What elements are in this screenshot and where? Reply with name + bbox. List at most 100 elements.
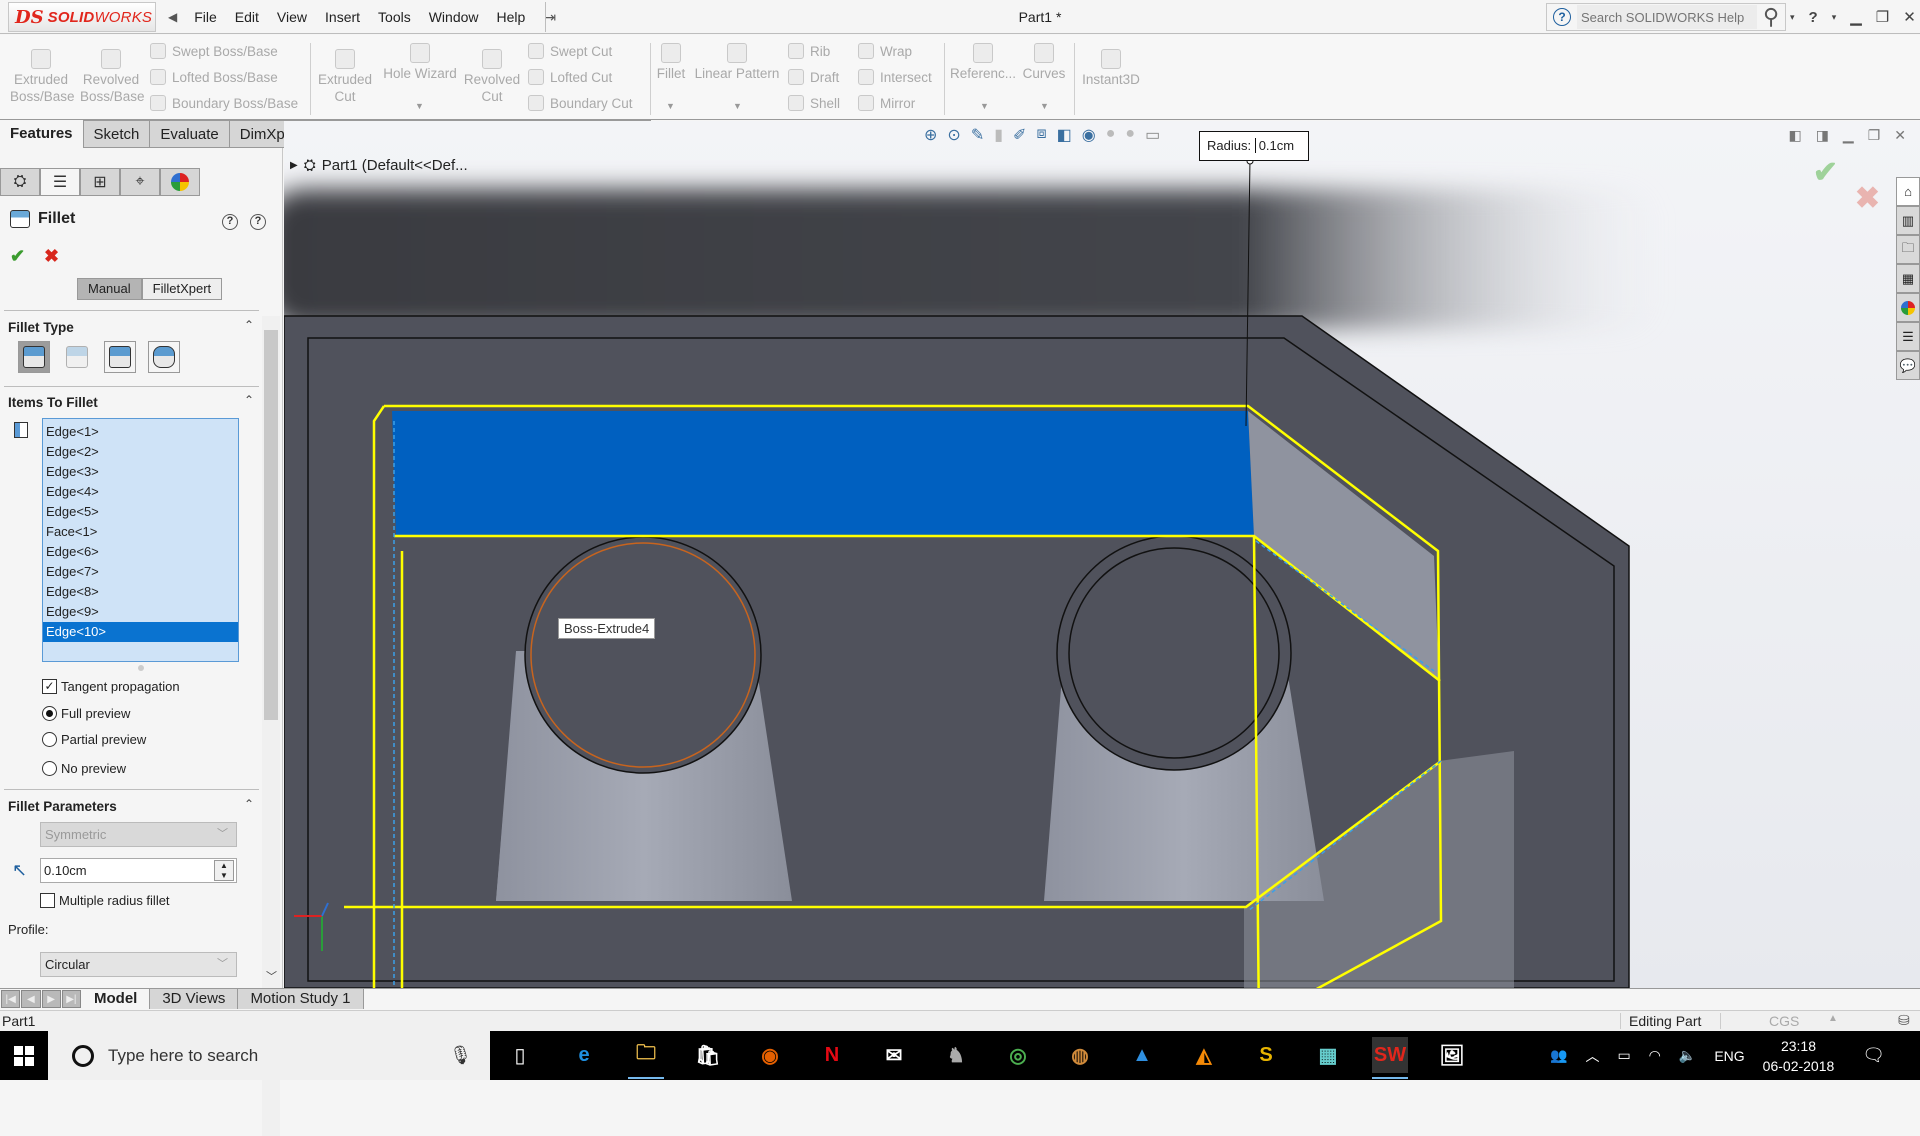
draft-button[interactable]: Draft xyxy=(788,69,839,85)
previous-view-icon[interactable]: ✎ xyxy=(971,125,984,145)
menu-edit[interactable]: Edit xyxy=(226,9,268,25)
units-dropdown-icon[interactable]: ▲ xyxy=(1828,1013,1838,1024)
menu-insert[interactable]: Insert xyxy=(316,9,369,25)
search-dropdown-icon[interactable]: ▾ xyxy=(1790,12,1795,23)
tab-3d-views[interactable]: 3D Views xyxy=(150,989,239,1009)
confirm-ok-icon[interactable]: ✔ xyxy=(1813,155,1838,190)
netflix-icon[interactable]: N xyxy=(814,1037,850,1073)
minimize-icon[interactable]: ▁ xyxy=(1850,8,1862,26)
appearances-tab[interactable] xyxy=(1896,293,1920,322)
last-tab-icon[interactable]: ▶| xyxy=(61,990,81,1008)
radius-spinner[interactable]: ▲ ▼ xyxy=(214,860,234,881)
tab-motion-study[interactable]: Motion Study 1 xyxy=(238,989,364,1009)
tangent-propagation-checkbox[interactable]: ✓ xyxy=(42,679,57,694)
viewport-restore-icon[interactable]: ❐ xyxy=(1868,127,1881,144)
menu-view[interactable]: View xyxy=(268,9,316,25)
microphone-icon[interactable]: 🎙 xyxy=(449,1045,472,1066)
rebuild-status-icon[interactable]: ⛁ xyxy=(1898,1012,1910,1029)
revolved-boss-button[interactable]: Revolved Boss/Base xyxy=(80,49,145,105)
menu-file[interactable]: File xyxy=(185,9,226,25)
mail-icon[interactable]: ✉ xyxy=(876,1037,912,1073)
cancel-button[interactable]: ✖ xyxy=(44,246,59,267)
solidworks-logo[interactable]: DS SOLIDWORKS xyxy=(8,2,156,32)
tab-model[interactable]: Model xyxy=(82,989,151,1009)
firefox-icon[interactable]: ◉ xyxy=(752,1037,788,1073)
edit-appearance-icon[interactable]: ● xyxy=(1106,125,1116,145)
ok-button[interactable]: ✔ xyxy=(10,246,25,267)
photos-icon[interactable]: 🖼 xyxy=(1434,1037,1470,1073)
view-orientation-icon[interactable]: ⧈ xyxy=(1036,125,1046,145)
hole-wizard-button[interactable]: Hole Wizard xyxy=(380,43,460,82)
list-item[interactable]: Edge<8> xyxy=(43,582,238,602)
dimxpert-tab[interactable]: ⌖ xyxy=(120,168,160,196)
viewport-minimize-icon[interactable]: ▁ xyxy=(1843,127,1854,144)
hide-show-icon[interactable]: ◉ xyxy=(1082,125,1096,145)
list-item[interactable]: Face<1> xyxy=(43,522,238,542)
file-explorer-icon[interactable]: 🗀 xyxy=(628,1037,664,1079)
volume-icon[interactable]: 🔈 xyxy=(1679,1047,1696,1064)
spin-down-icon[interactable]: ▼ xyxy=(215,871,233,881)
search-icon[interactable]: ⚲ xyxy=(1763,4,1779,30)
solidworks-resources-tab[interactable]: ⌂ xyxy=(1896,177,1920,206)
configuration-tab[interactable]: ⊞ xyxy=(80,168,120,196)
full-preview-radio[interactable] xyxy=(42,706,57,721)
full-round-fillet-button[interactable] xyxy=(148,341,180,373)
battery-icon[interactable]: ▭ xyxy=(1617,1047,1630,1064)
revolved-cut-button[interactable]: Revolved Cut xyxy=(462,49,522,105)
swept-cut-button[interactable]: Swept Cut xyxy=(528,43,612,59)
manual-tab[interactable]: Manual xyxy=(77,278,142,300)
fillet-dropdown-icon[interactable]: ▼ xyxy=(666,101,675,111)
task-view-icon[interactable]: ▯ xyxy=(502,1037,538,1073)
split-left-icon[interactable]: ◧ xyxy=(1788,127,1801,144)
dynamic-annotation-icon[interactable]: ✐ xyxy=(1013,125,1026,145)
no-preview-radio[interactable] xyxy=(42,761,57,776)
curves-dropdown-icon[interactable]: ▼ xyxy=(1040,101,1049,111)
close-icon[interactable]: ✕ xyxy=(1903,8,1916,26)
clock[interactable]: 23:18 06-02-2018 xyxy=(1763,1036,1835,1076)
extruded-cut-button[interactable]: Extruded Cut xyxy=(316,49,374,105)
section-view-icon[interactable]: ▮ xyxy=(994,125,1003,145)
app-icon[interactable]: S xyxy=(1248,1037,1284,1073)
property-manager-tab[interactable]: ☰ xyxy=(40,168,80,196)
mirror-button[interactable]: Mirror xyxy=(858,95,915,111)
reference-dropdown-icon[interactable]: ▼ xyxy=(980,101,989,111)
menu-collapse-icon[interactable]: ◀ xyxy=(160,10,185,24)
list-item[interactable]: Edge<3> xyxy=(43,462,238,482)
lofted-boss-button[interactable]: Lofted Boss/Base xyxy=(150,69,278,85)
custom-properties-tab[interactable]: ☰ xyxy=(1896,322,1920,351)
menu-window[interactable]: Window xyxy=(420,9,488,25)
help-icon[interactable]: ? xyxy=(1553,8,1571,26)
list-item[interactable]: Edge<9> xyxy=(43,602,238,622)
collapse-parameters-icon[interactable]: ⌃ xyxy=(244,797,254,811)
matlab-icon[interactable]: ▲ xyxy=(1124,1037,1160,1073)
variable-size-fillet-button[interactable] xyxy=(61,341,93,373)
swept-boss-button[interactable]: Swept Boss/Base xyxy=(150,43,278,59)
viewport-close-icon[interactable]: ✕ xyxy=(1894,127,1906,144)
pin-icon[interactable]: ⇥ xyxy=(534,9,566,26)
menu-help[interactable]: Help xyxy=(488,9,535,25)
boundary-boss-button[interactable]: Boundary Boss/Base xyxy=(150,95,298,111)
people-icon[interactable]: 👥 xyxy=(1550,1047,1567,1064)
scenes-icon[interactable]: ● xyxy=(1125,125,1135,145)
feature-tree-flyout[interactable]: ▶ ⛭ Part1 (Default<<Def... xyxy=(290,157,468,174)
spin-up-icon[interactable]: ▲ xyxy=(215,861,233,871)
linear-pattern-button[interactable]: Linear Pattern xyxy=(692,43,782,82)
radius-callout[interactable]: Radius: 0.1cm xyxy=(1199,131,1309,161)
scrollbar-thumb[interactable] xyxy=(264,330,278,720)
radius-input[interactable]: 0.10cm ▲ ▼ xyxy=(40,858,237,883)
whats-wrong-icon[interactable]: ? xyxy=(222,214,238,230)
zoom-to-area-icon[interactable]: ⊙ xyxy=(947,125,960,145)
filletxpert-tab[interactable]: FilletXpert xyxy=(141,278,223,300)
help-icon[interactable]: ? xyxy=(250,214,266,230)
edge-icon[interactable]: e xyxy=(566,1037,602,1073)
expand-arrow-icon[interactable]: ▶ xyxy=(290,160,298,171)
callout-value[interactable]: 0.1cm xyxy=(1254,138,1295,153)
curves-button[interactable]: Curves xyxy=(1020,43,1068,82)
graphics-area[interactable]: ▶ ⛭ Part1 (Default<<Def... ⊕ ⊙ ✎ ▮ ✐ ⧈ ◧… xyxy=(284,121,1920,988)
scroll-down-icon[interactable]: ﹀ xyxy=(266,968,277,984)
restore-icon[interactable]: ❐ xyxy=(1876,8,1889,26)
rib-button[interactable]: Rib xyxy=(788,43,830,59)
list-item[interactable]: Edge<5> xyxy=(43,502,238,522)
help-search-input[interactable] xyxy=(1577,5,1757,29)
view-palette-tab[interactable]: ▦ xyxy=(1896,264,1920,293)
